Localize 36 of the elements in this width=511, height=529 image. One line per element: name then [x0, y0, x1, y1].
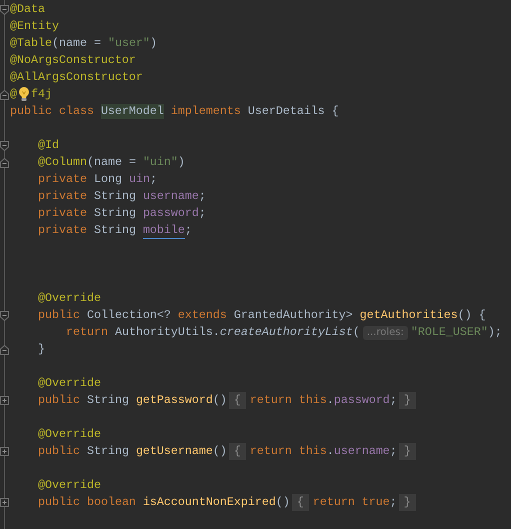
code-line: private String password;	[38, 206, 206, 221]
fold-marker-icon[interactable]	[0, 4, 9, 14]
code-line: public boolean isAccountNonExpired() { return true; }	[38, 494, 420, 511]
code-line: @Table(name = "user")	[10, 36, 157, 51]
fold-marker-icon[interactable]	[0, 344, 9, 354]
code-line: }	[38, 342, 45, 357]
code-line: @Data	[10, 2, 45, 17]
code-text: return AuthorityUtils.createAuthorityList(	[66, 325, 360, 340]
code-line: public class UserModel implements UserDetails {	[10, 104, 339, 119]
code-line: @NoArgsConstructor	[10, 53, 136, 68]
code-line: public String getUsername() { return this.username; }	[38, 443, 420, 460]
fold-marker-icon[interactable]	[0, 90, 9, 100]
code-line: private String mobile;	[38, 222, 192, 238]
expand-icon[interactable]	[0, 498, 9, 507]
code-line: @Override	[38, 376, 101, 391]
code-text: f4j	[31, 87, 52, 102]
code-text: "ROLE_USER");	[410, 325, 502, 340]
code-line: private String username;	[38, 189, 206, 204]
expand-icon[interactable]	[0, 396, 9, 405]
code-line: @Column(name = "uin")	[38, 155, 185, 170]
code-line: @Override	[38, 291, 101, 306]
code-line: @Id	[38, 138, 59, 153]
fold-marker-icon[interactable]	[0, 140, 9, 150]
code-line: @Override	[38, 427, 101, 442]
code-line: @Entity	[10, 19, 59, 34]
code-line: @Override	[38, 478, 101, 493]
fold-marker-icon[interactable]	[0, 310, 9, 320]
parameter-hint: ...roles:	[362, 326, 408, 340]
code-line: @AllArgsConstructor	[10, 70, 143, 85]
code-text: @	[10, 87, 17, 102]
code-line: public Collection<? extends GrantedAuthority> getAuthorities() {	[38, 308, 486, 323]
code-line: public String getPassword() { return this.password; }	[38, 392, 420, 409]
expand-icon[interactable]	[0, 447, 9, 456]
fold-marker-icon[interactable]	[0, 158, 9, 168]
code-line: private Long uin;	[38, 172, 157, 187]
lightbulb-icon[interactable]	[17, 86, 31, 103]
